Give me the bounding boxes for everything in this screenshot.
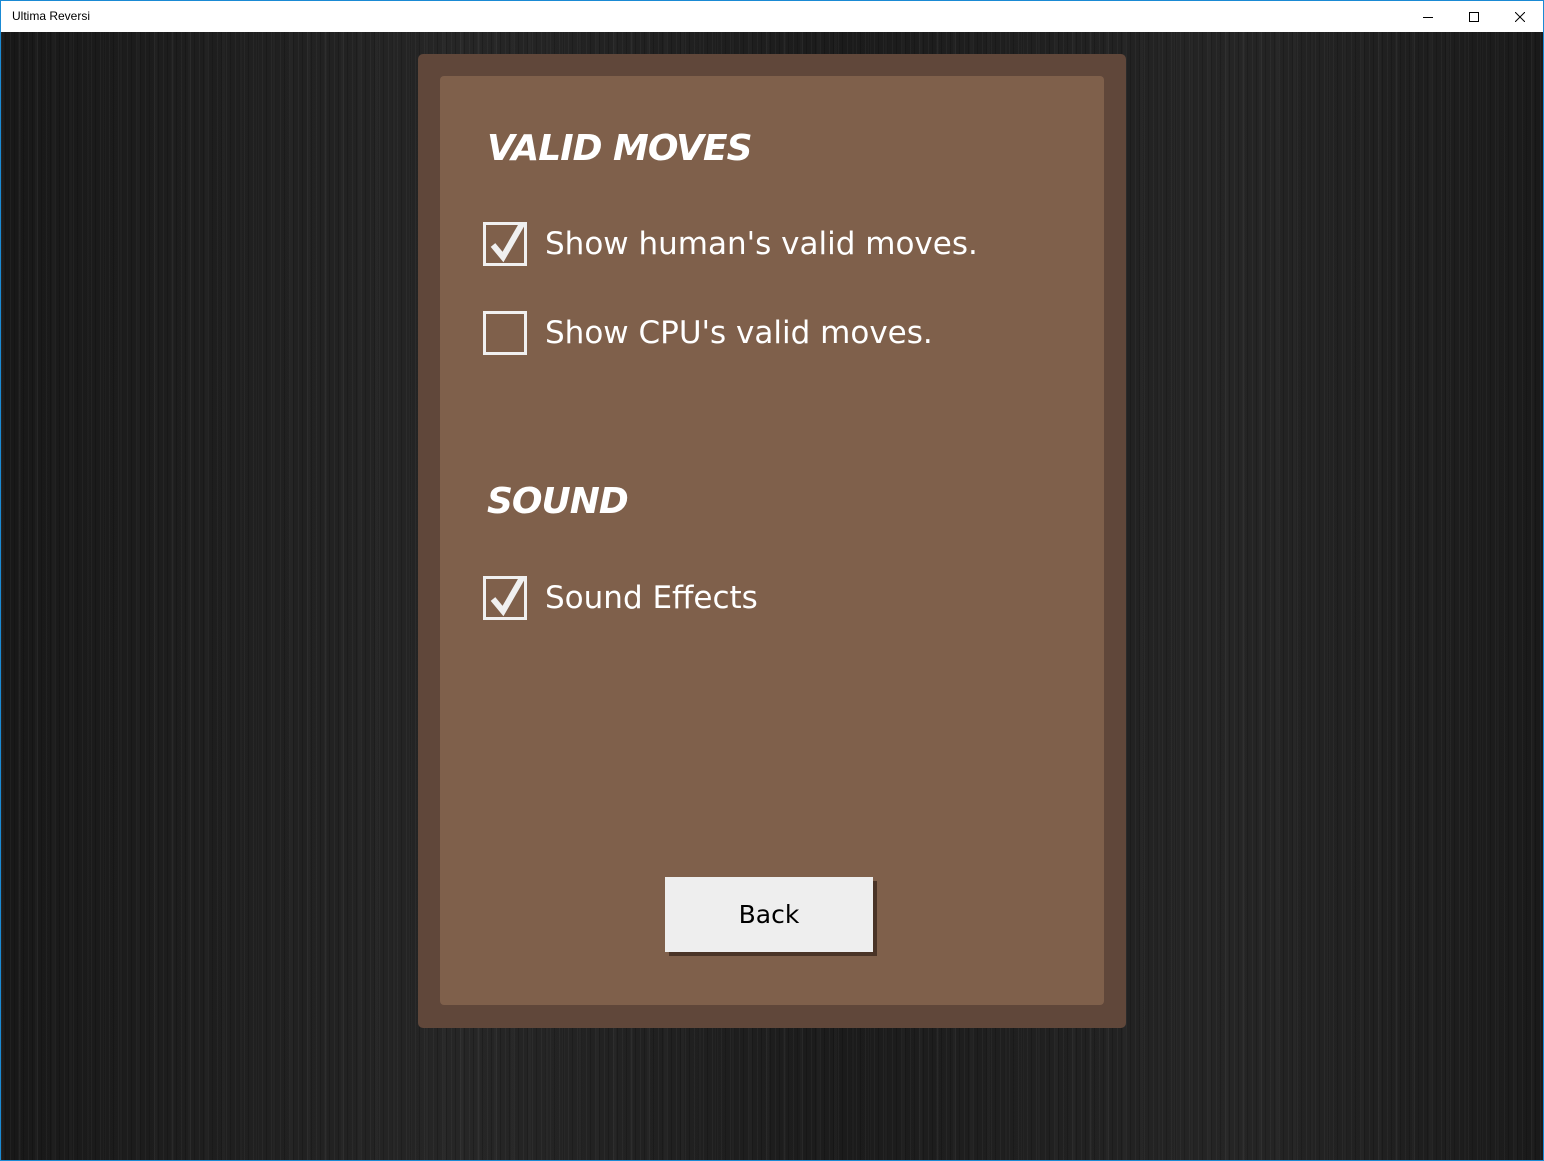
settings-panel-frame: VALID MOVES Show human's valid moves. Sh… bbox=[418, 54, 1126, 1028]
sound-effects-label: Sound Effects bbox=[545, 580, 758, 616]
sound-heading: SOUND bbox=[487, 481, 629, 522]
checkmark-icon bbox=[490, 222, 525, 263]
maximize-icon bbox=[1469, 11, 1479, 22]
show-cpu-moves-checkbox[interactable] bbox=[483, 311, 527, 355]
valid-moves-heading: VALID MOVES bbox=[487, 128, 753, 169]
maximize-button[interactable] bbox=[1451, 1, 1497, 32]
back-button[interactable]: Back bbox=[665, 877, 873, 952]
app-window: Ultima Reversi VALID MOVES Show human's … bbox=[0, 0, 1544, 1161]
show-cpu-moves-label: Show CPU's valid moves. bbox=[545, 315, 933, 351]
show-human-moves-checkbox[interactable] bbox=[483, 222, 527, 266]
sound-effects-checkbox[interactable] bbox=[483, 576, 527, 620]
close-icon bbox=[1515, 11, 1525, 22]
title-bar[interactable]: Ultima Reversi bbox=[1, 1, 1543, 32]
window-title: Ultima Reversi bbox=[12, 9, 91, 23]
checkmark-icon bbox=[490, 576, 525, 617]
settings-panel: VALID MOVES Show human's valid moves. Sh… bbox=[440, 76, 1104, 1005]
wood-background: VALID MOVES Show human's valid moves. Sh… bbox=[1, 32, 1543, 1160]
show-human-moves-label: Show human's valid moves. bbox=[545, 226, 978, 262]
show-human-moves-option[interactable]: Show human's valid moves. bbox=[483, 221, 978, 267]
minimize-button[interactable] bbox=[1405, 1, 1451, 32]
show-cpu-moves-option[interactable]: Show CPU's valid moves. bbox=[483, 310, 933, 356]
minimize-icon bbox=[1423, 12, 1433, 22]
close-button[interactable] bbox=[1497, 1, 1543, 32]
sound-effects-option[interactable]: Sound Effects bbox=[483, 575, 758, 621]
